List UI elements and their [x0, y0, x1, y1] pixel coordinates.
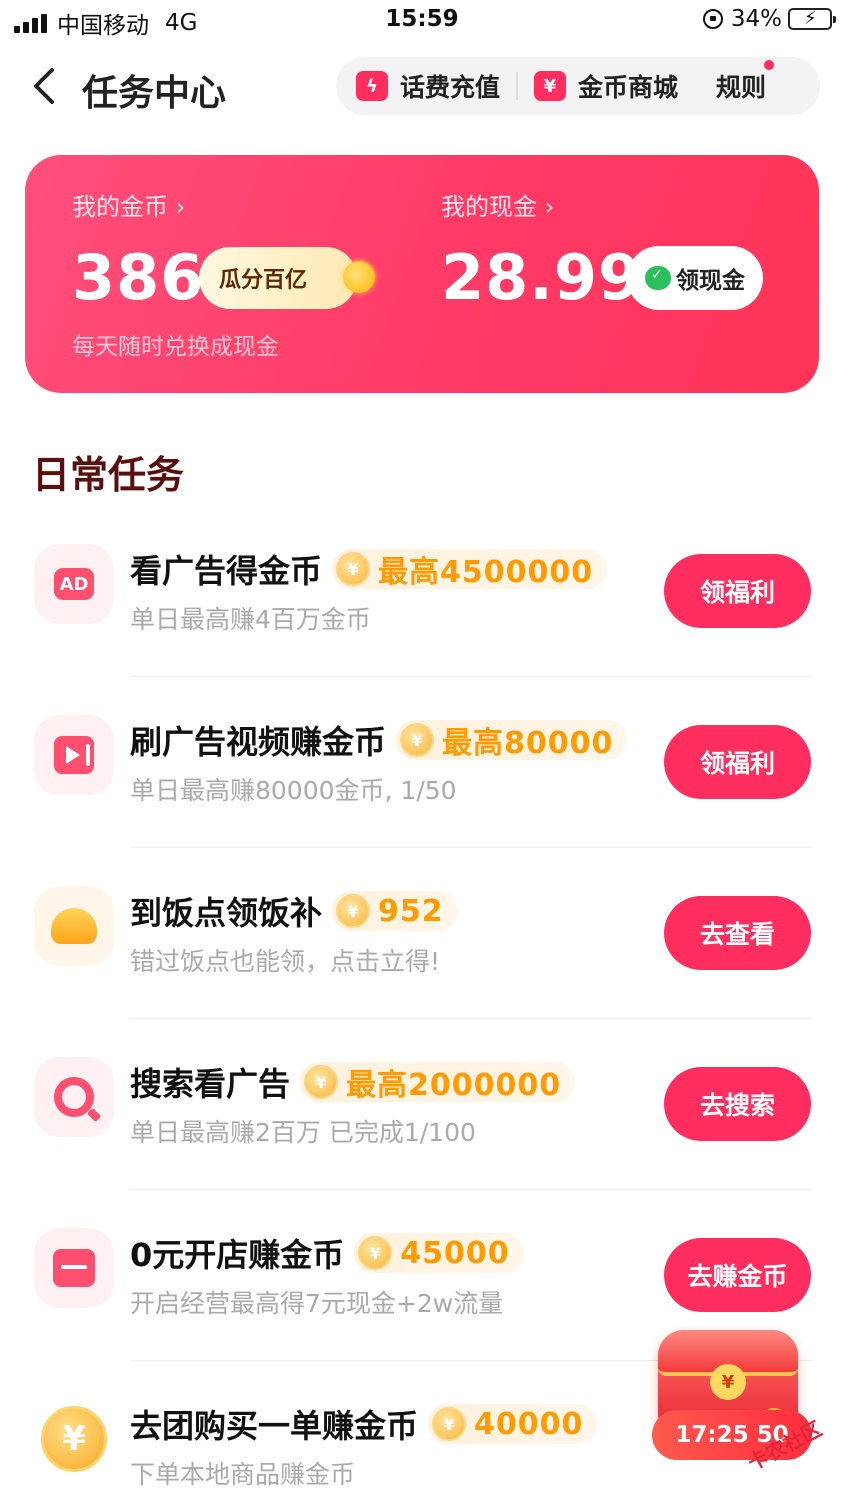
- rules-label: 规则: [716, 73, 767, 102]
- my-coins-link[interactable]: 我的金币 ›: [72, 187, 185, 222]
- task-subtitle: 单日最高赚80000金币, 1/50: [130, 776, 457, 805]
- coin-mall-button[interactable]: ¥ 金币商城: [534, 68, 678, 104]
- battery-percent: 34%: [730, 6, 782, 32]
- divider: [516, 72, 519, 100]
- recharge-label: 话费充值: [400, 73, 501, 102]
- task-item: AD 看广告得金币 ¥ 最高4500000 单日最高赚4百万金币 领福利: [0, 520, 844, 690]
- task-action-button[interactable]: 领福利: [664, 554, 811, 628]
- divider: [130, 847, 812, 848]
- my-cash-link[interactable]: 我的现金 ›: [441, 187, 554, 222]
- reward-amount: 45000: [400, 1235, 510, 1271]
- page-title: 任务中心: [82, 73, 227, 114]
- reward-amount: 最高80000: [442, 726, 614, 761]
- back-arrow-icon[interactable]: [32, 68, 58, 104]
- ad-icon: AD: [34, 544, 114, 624]
- reward-badge: ¥ 952: [332, 891, 458, 931]
- task-action-button[interactable]: 去搜索: [664, 1067, 811, 1141]
- task-item: 到饭点领饭补 ¥ 952 错过饭点也能领，点击立得! 去查看: [0, 862, 844, 1032]
- divider: [130, 1189, 812, 1190]
- reward-badge: ¥ 最高80000: [396, 720, 628, 761]
- reward-amount: 40000: [474, 1406, 584, 1442]
- coin-icon: ¥: [336, 894, 371, 928]
- reward-badge: ¥ 最高2000000: [300, 1062, 576, 1103]
- bowl-icon: [34, 886, 114, 966]
- reward-badge: ¥ 40000: [428, 1404, 598, 1444]
- task-title: 0元开店赚金币: [130, 1236, 345, 1274]
- coin-icon: ¥: [304, 1065, 339, 1099]
- task-subtitle: 下单本地商品赚金币: [130, 1460, 356, 1489]
- rules-button[interactable]: 规则: [716, 60, 775, 104]
- task-action-button[interactable]: 去查看: [664, 896, 811, 970]
- task-action-button[interactable]: 领福利: [664, 725, 811, 799]
- lightning-icon: ϟ: [356, 71, 388, 101]
- chevron-right-icon: ›: [544, 193, 555, 221]
- my-cash-label: 我的现金: [441, 193, 537, 221]
- task-subtitle: 单日最高赚4百万金币: [130, 605, 371, 634]
- share-billion-label: 瓜分百亿: [219, 268, 308, 293]
- ticket-icon: ¥: [534, 71, 567, 101]
- status-right: 34% ⚡: [702, 6, 836, 32]
- coin-icon: ¥: [358, 1236, 393, 1270]
- coins-value: 386: [72, 241, 205, 314]
- reward-badge: ¥ 最高4500000: [332, 549, 608, 590]
- shop-icon: [34, 1228, 114, 1308]
- wallet-subtitle: 每天随时兑换成现金: [72, 334, 279, 360]
- yuan-coin-icon: ¥: [34, 1399, 114, 1479]
- section-title: 日常任务: [32, 453, 185, 497]
- reward-amount: 最高4500000: [378, 555, 594, 590]
- recharge-button[interactable]: ϟ 话费充值: [356, 68, 500, 104]
- cash-value: 28.99: [441, 241, 643, 314]
- task-subtitle: 开启经营最高得7元现金+2w流量: [130, 1289, 504, 1318]
- chevron-right-icon: ›: [175, 193, 186, 221]
- reward-amount: 最高2000000: [346, 1068, 562, 1103]
- coin-mall-label: 金币商城: [578, 73, 679, 102]
- video-icon: [34, 715, 114, 795]
- coin-icon: ¥: [432, 1407, 467, 1441]
- chest-lock-icon: ¥: [710, 1364, 746, 1400]
- coin-sparkle-icon: [343, 261, 375, 293]
- nav-actions: ϟ 话费充值 ¥ 金币商城 规则: [336, 57, 820, 115]
- divider: [130, 676, 812, 677]
- status-bar: 中国移动 4G 15:59 34% ⚡: [0, 0, 844, 44]
- withdraw-cash-label: 领现金: [676, 268, 745, 294]
- nav-bar: 任务中心 ϟ 话费充值 ¥ 金币商城 规则: [0, 44, 844, 128]
- task-subtitle: 错过饭点也能领，点击立得!: [130, 947, 441, 976]
- battery-icon: ⚡: [788, 8, 836, 30]
- my-coins-label: 我的金币: [72, 193, 168, 221]
- task-title: 看广告得金币: [130, 552, 323, 590]
- wechat-pay-icon: [645, 266, 671, 290]
- task-item: 搜索看广告 ¥ 最高2000000 单日最高赚2百万 已完成1/100 去搜索: [0, 1033, 844, 1203]
- task-title: 去团购买一单赚金币: [130, 1407, 419, 1445]
- task-subtitle: 单日最高赚2百万 已完成1/100: [130, 1118, 476, 1147]
- task-title: 刷广告视频赚金币: [130, 723, 387, 761]
- search-icon: [34, 1057, 114, 1137]
- orientation-lock-icon: [702, 9, 723, 29]
- coin-icon: ¥: [336, 552, 371, 586]
- task-title: 搜索看广告: [130, 1065, 291, 1103]
- share-billion-badge[interactable]: 瓜分百亿: [199, 247, 375, 309]
- task-title: 到饭点领饭补: [130, 894, 323, 932]
- divider: [130, 1018, 812, 1019]
- reward-amount: 952: [378, 893, 444, 929]
- wallet-card: 我的金币 › 386 瓜分百亿 我的现金 › 28.99 领现金 每天随时兑换成…: [25, 155, 819, 393]
- ad-badge: AD: [54, 568, 94, 600]
- yuan-symbol: ¥: [41, 1406, 107, 1472]
- task-action-button[interactable]: 去赚金币: [664, 1238, 811, 1312]
- withdraw-cash-button[interactable]: 领现金: [627, 246, 763, 310]
- reward-badge: ¥ 45000: [354, 1233, 524, 1273]
- coin-icon: ¥: [400, 723, 435, 757]
- notification-dot: [764, 60, 775, 70]
- task-item: 刷广告视频赚金币 ¥ 最高80000 单日最高赚80000金币, 1/50 领福…: [0, 691, 844, 861]
- treasure-chest-widget[interactable]: ¥ 17:25 50 卡农社区: [648, 1320, 844, 1500]
